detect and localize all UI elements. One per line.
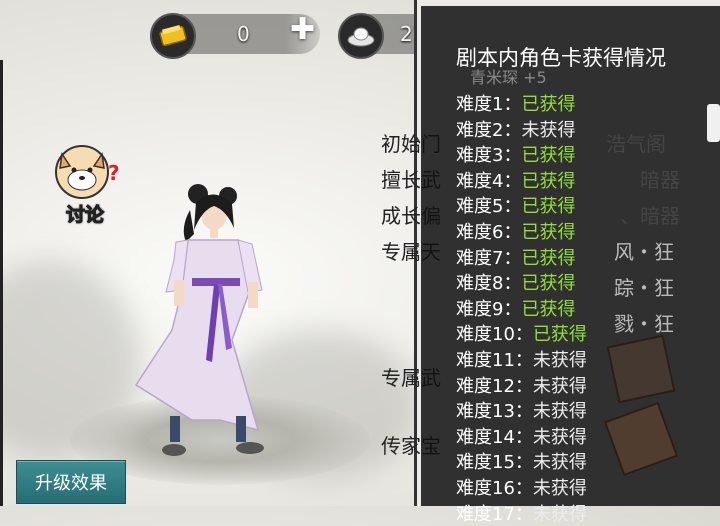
status-not-obtained: 未获得 (532, 478, 587, 499)
difficulty-label: 难度11 (456, 350, 515, 371)
separator: ： (514, 375, 533, 397)
difficulty-row: 难度10：已获得 (456, 320, 587, 346)
difficulty-row: 难度2：未获得 (456, 116, 575, 142)
character-figure (134, 184, 264, 456)
difficulty-label: 难度16 (456, 478, 515, 499)
status-obtained: 已获得 (521, 222, 576, 243)
discussion-label: 讨论 (65, 204, 105, 227)
difficulty-label: 难度1 (456, 94, 504, 115)
info-value-talent-2: 踪・狂 (614, 276, 674, 300)
left-frame-border (0, 60, 13, 506)
difficulty-row: 难度1：已获得 (456, 90, 575, 116)
info-value-talent-1: 风・狂 (614, 240, 674, 264)
separator: ： (514, 401, 533, 423)
separator: ： (503, 170, 522, 192)
difficulty-label: 难度3 (456, 145, 504, 167)
difficulty-row: 难度3：已获得 (456, 141, 575, 167)
status-not-obtained: 未获得 (532, 401, 587, 423)
difficulty-label: 难度10 (456, 324, 515, 346)
status-obtained: 已获得 (521, 145, 576, 167)
separator: ： (503, 273, 522, 295)
difficulty-row: 难度6：已获得 (456, 218, 575, 244)
difficulty-label: 难度6 (456, 222, 504, 243)
dog-avatar-icon: ? (55, 145, 120, 199)
difficulty-row: 难度8：已获得 (456, 269, 575, 295)
add-gold-button[interactable]: ✚ (290, 12, 315, 47)
separator: ： (514, 350, 533, 371)
difficulty-label: 难度4 (456, 170, 504, 192)
difficulty-row: 难度13：未获得 (456, 397, 587, 423)
separator: ： (503, 94, 522, 115)
difficulty-label: 难度12 (456, 375, 515, 397)
separator: ： (514, 324, 533, 346)
difficulty-label: 难度17 (456, 503, 515, 525)
separator: ： (503, 222, 522, 243)
difficulty-row: 难度4：已获得 (456, 167, 575, 193)
difficulty-row: 难度12：未获得 (456, 372, 587, 398)
status-obtained: 已获得 (521, 273, 576, 295)
tooltip-title: 剧本内角色卡获得情况 (456, 46, 666, 70)
difficulty-label: 难度9 (456, 298, 504, 320)
status-not-obtained: 未获得 (532, 426, 587, 448)
status-obtained: 已获得 (521, 196, 576, 218)
status-not-obtained: 未获得 (532, 503, 587, 525)
svg-text:?: ? (108, 161, 120, 185)
separator: ： (503, 298, 522, 320)
silver-ingot-icon (338, 13, 384, 59)
separator: ： (503, 145, 522, 167)
status-obtained: 已获得 (521, 247, 576, 269)
difficulty-label: 难度7 (456, 247, 504, 269)
difficulty-row: 难度14：未获得 (456, 423, 587, 449)
status-obtained: 已获得 (521, 170, 576, 192)
separator: ： (514, 478, 533, 499)
item-slot-icon[interactable] (606, 334, 676, 404)
status-obtained: 已获得 (532, 324, 587, 346)
status-not-obtained: 未获得 (532, 375, 587, 397)
difficulty-label: 难度2 (456, 119, 504, 141)
difficulty-label: 难度14 (456, 426, 515, 448)
difficulty-row: 难度15：未获得 (456, 448, 587, 474)
status-obtained: 已获得 (521, 94, 576, 115)
difficulty-label: 难度13 (456, 401, 515, 423)
difficulty-label: 难度5 (456, 196, 504, 218)
separator: ： (503, 119, 522, 141)
discussion-button[interactable]: ? (52, 140, 122, 202)
status-not-obtained: 未获得 (532, 350, 587, 371)
gold-value: 0 (237, 22, 250, 46)
separator: ： (514, 503, 533, 525)
status-not-obtained: 未获得 (521, 119, 576, 141)
info-value-talent-3: 戮・狂 (614, 312, 674, 336)
difficulty-row: 难度9：已获得 (456, 295, 575, 321)
difficulty-label: 难度15 (456, 452, 515, 474)
difficulty-row: 难度11：未获得 (456, 346, 587, 372)
difficulty-row: 难度7：已获得 (456, 244, 575, 270)
status-obtained: 已获得 (521, 298, 576, 320)
difficulty-row: 难度16：未获得 (456, 474, 587, 500)
info-value-weapon: 暗器 (640, 168, 680, 192)
separator: ： (514, 452, 533, 474)
difficulty-row: 难度17：未获得 (456, 500, 587, 526)
difficulty-label: 难度8 (456, 273, 504, 295)
gold-ingot-icon (150, 13, 196, 59)
separator: ： (503, 196, 522, 218)
upgrade-effect-button[interactable]: 升级效果 (16, 460, 126, 504)
status-not-obtained: 未获得 (532, 452, 587, 474)
separator: ： (514, 426, 533, 448)
info-value-school: 浩气阁 (606, 132, 666, 156)
difficulty-row: 难度5：已获得 (456, 192, 575, 218)
info-value-growth: 、暗器 (620, 204, 680, 228)
separator: ： (503, 247, 522, 269)
scroll-indicator[interactable] (707, 104, 720, 142)
